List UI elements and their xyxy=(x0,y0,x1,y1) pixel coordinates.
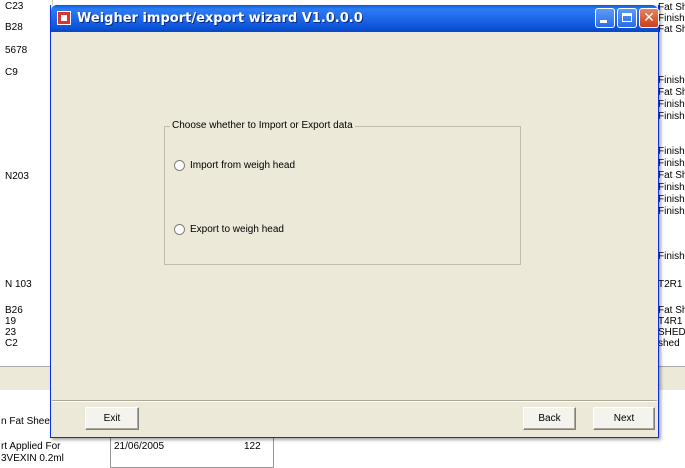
next-button[interactable]: Next xyxy=(593,407,655,430)
minimize-button[interactable] xyxy=(595,8,615,28)
export-label[interactable]: Export to weigh head xyxy=(190,224,284,235)
bg-cell: 5678 xyxy=(5,45,28,56)
bg-cell: Finishir xyxy=(658,206,685,217)
maximize-icon xyxy=(622,13,632,22)
bg-cell: Finishir xyxy=(658,13,685,24)
bg-cell: T2R1 xyxy=(658,279,683,290)
bg-cell: B28 xyxy=(5,22,23,33)
exit-button[interactable]: Exit xyxy=(85,407,139,430)
bg-cell: N 103 xyxy=(5,279,32,290)
export-option[interactable]: Export to weigh head xyxy=(174,224,284,235)
bg-cell: n Fat Shee xyxy=(1,416,50,427)
export-radio[interactable] xyxy=(174,224,185,235)
app-icon[interactable] xyxy=(57,11,71,25)
bg-cell: B26 xyxy=(5,305,23,316)
bg-cell: Finishir xyxy=(658,158,685,169)
bg-cell: 21/06/2005 xyxy=(114,441,165,452)
bg-cell: Finishir xyxy=(658,251,685,262)
back-button[interactable]: Back xyxy=(523,407,576,430)
bg-cell: Fat Sh xyxy=(658,170,685,181)
bg-cell: 23 xyxy=(5,327,17,338)
maximize-button[interactable] xyxy=(617,8,637,28)
import-label[interactable]: Import from weigh head xyxy=(190,160,295,171)
bg-cell: Finishir xyxy=(658,146,685,157)
bg-cell: Finishir xyxy=(658,111,685,122)
import-radio[interactable] xyxy=(174,160,185,171)
bg-cell: shed xyxy=(658,338,680,349)
import-option[interactable]: Import from weigh head xyxy=(174,160,295,171)
import-export-group: Choose whether to Import or Export data … xyxy=(164,120,521,265)
bg-cell: T4R1 xyxy=(658,316,683,327)
background-right-column: Fat Sh Finishir Fat Sh Finishir Fat Sh F… xyxy=(656,0,685,390)
bg-cell: Fat Sh xyxy=(658,2,685,13)
bg-cell: C9 xyxy=(5,67,18,78)
bg-cell: 122 xyxy=(244,441,261,452)
group-label: Choose whether to Import or Export data xyxy=(170,120,355,131)
minimize-icon xyxy=(600,20,607,23)
bg-cell: N203 xyxy=(5,171,29,182)
background-left-column: C23 B28 5678 C9 N203 N 103 B26 19 23 C2 xyxy=(0,0,53,390)
wizard-window: Weigher import/export wizard V1.0.0.0 ✕ … xyxy=(50,5,659,438)
bg-cell: Finishir xyxy=(658,75,685,86)
bg-cell: Finishir xyxy=(658,182,685,193)
bg-cell: Fat Sh xyxy=(658,24,685,35)
bg-cell: rt Applied For xyxy=(1,441,61,452)
bg-cell: Finishir xyxy=(658,99,685,110)
bg-cell: Fat Sh xyxy=(658,87,685,98)
bg-cell: C2 xyxy=(5,338,18,349)
bg-cell: C23 xyxy=(5,1,24,12)
bg-cell: Finishir xyxy=(658,194,685,205)
bg-cell: Fat Sh xyxy=(658,305,685,316)
bg-cell: 19 xyxy=(5,316,17,327)
button-separator xyxy=(52,400,657,402)
bg-cell: SHED xyxy=(658,327,685,338)
window-title: Weigher import/export wizard V1.0.0.0 xyxy=(77,11,363,26)
title-bar[interactable]: Weigher import/export wizard V1.0.0.0 ✕ xyxy=(51,5,659,32)
bg-cell: 3VEXIN 0.2ml xyxy=(1,453,64,464)
close-button[interactable]: ✕ xyxy=(639,8,659,28)
close-icon: ✕ xyxy=(643,10,655,26)
